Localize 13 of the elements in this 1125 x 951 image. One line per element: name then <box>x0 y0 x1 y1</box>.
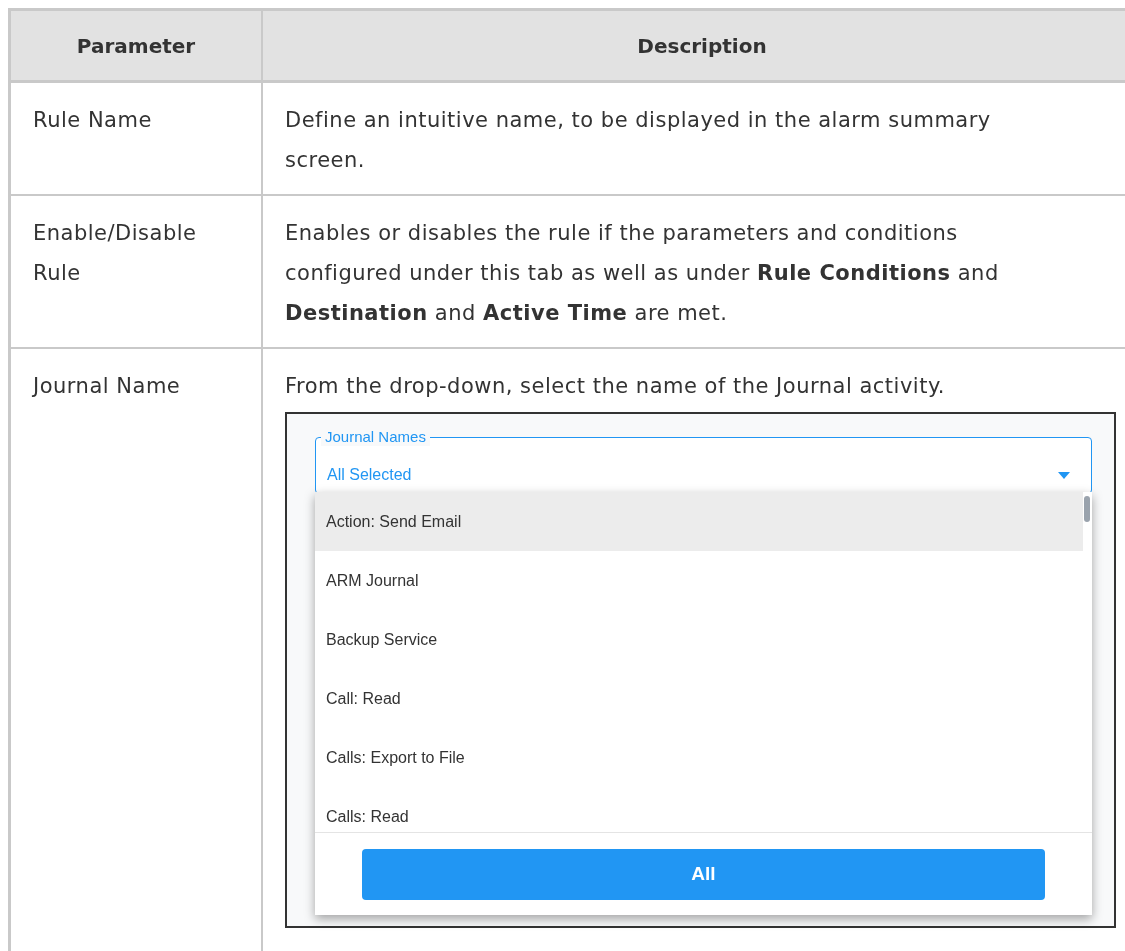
field-value: All Selected <box>327 465 412 485</box>
table-cell: Enables or disables the rule if the parameters and conditions configured under this tab as well as under Rule Conditions and Destination and Active Time are met. <box>263 196 1125 349</box>
table-cell: Define an intuitive name, to be displayed in the alarm summary screen. <box>263 83 1125 196</box>
menu-option[interactable]: Action: Send Email <box>315 492 1083 551</box>
column-header: Parameter <box>11 11 263 83</box>
field-label: Journal Names <box>321 428 430 446</box>
table-cell: Journal Name <box>11 349 263 951</box>
table-cell: Rule Name <box>11 83 263 196</box>
description-text: From the drop-down, select the name of the Journal activity. <box>285 373 946 400</box>
caret-icon <box>1058 471 1070 479</box>
scrollbar-thumb[interactable] <box>1084 496 1090 522</box>
column-header: Description <box>263 11 1125 83</box>
table-cell: Enable/Disable Rule <box>11 196 263 349</box>
